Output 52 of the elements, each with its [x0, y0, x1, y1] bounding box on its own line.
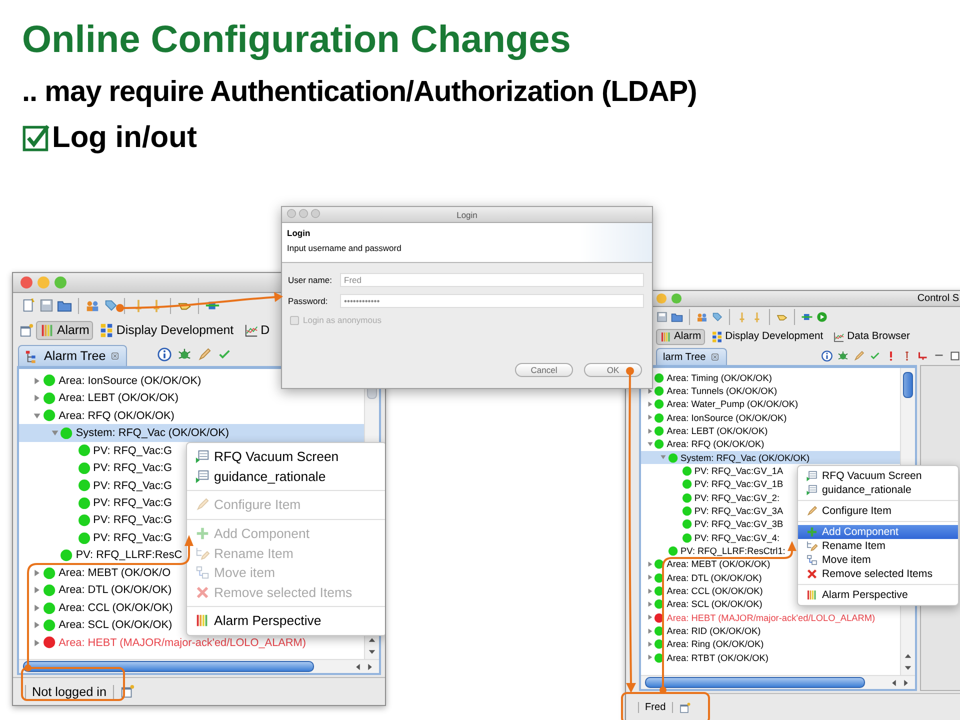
- tree-label: Area: RFQ (OK/OK/OK): [666, 439, 764, 450]
- tree-label: Area: SCL (OK/OK/OK): [58, 619, 172, 632]
- tree-label: Area: Timing (OK/OK/OK): [666, 372, 772, 383]
- header-message: Input username and password: [287, 243, 402, 253]
- tree-label: PV: RFQ_LLRF:ResCtrl1:: [680, 546, 786, 556]
- tree-label: PV: RFQ_Vac:G: [93, 480, 172, 492]
- tree-label: Area: IonSource (OK/OK/OK): [58, 374, 202, 387]
- tree-label: PV: RFQ_Vac:GV_2:: [694, 492, 780, 503]
- tree-label: Area: Tunnels (OK/OK/OK): [666, 386, 778, 396]
- tree-label: Area: MEBT (OK/OK/O: [58, 566, 171, 579]
- tab-label: larm Tree: [663, 352, 706, 362]
- tab-label: Alarm Tree: [44, 349, 106, 363]
- tree-label: Area: DTL (OK/OK/OK): [58, 584, 172, 596]
- checkbox-label: Login as anonymous: [303, 315, 382, 325]
- tree-label: PV: RFQ_Vac:G: [93, 462, 172, 474]
- tree-label: Area: MEBT (OK/OK/OK): [666, 559, 770, 570]
- tree-label: PV: RFQ_Vac:GV_3B: [694, 519, 784, 530]
- tree-label: PV: RFQ_LLRF:ResC: [76, 549, 182, 562]
- tree-label: PV: RFQ_Vac:GV_1A: [694, 466, 784, 476]
- tree-label: Area: IonSource (OK/OK/OK): [666, 412, 787, 423]
- tree-label: PV: RFQ_Vac:GV_3A: [694, 506, 784, 516]
- field-label: User name:: [288, 275, 333, 285]
- tree-label: Area: Ring (OK/OK/OK): [666, 639, 764, 650]
- tree-label: PV: RFQ_Vac:GV_1B: [694, 479, 784, 490]
- tree-label: Area: RTBT (OK/OK/OK): [666, 652, 768, 663]
- tree-label: PV: RFQ_Vac:G: [93, 497, 172, 510]
- slide-title: Online Configuration Changes: [21, 18, 572, 62]
- tree-label: Area: CCL (OK/OK/OK): [666, 586, 763, 596]
- tree-label: Area: Water_Pump (OK/OK/OK): [666, 399, 798, 410]
- tree-label: Area: LEBT (OK/OK/OK): [58, 392, 178, 404]
- tree-label: Area: HEBT (MAJOR/major-ack'ed/LOLO_ALARM): [666, 612, 876, 623]
- tree-label: Area: RID (OK/OK/OK): [666, 626, 761, 636]
- tree-label: PV: RFQ_Vac:G: [93, 514, 172, 526]
- login-status: Not logged in: [25, 684, 114, 698]
- dialog-title: Login: [456, 210, 478, 220]
- tree-label: PV: RFQ_Vac:GV_4:: [694, 532, 780, 543]
- login-status: Fred: [638, 702, 673, 713]
- slide-subtitle: .. may require Authentication/Authorization (LDAP): [21, 75, 698, 110]
- tree-label: Area: DTL (OK/OK/OK): [666, 572, 762, 583]
- field-label: Password:: [288, 296, 329, 306]
- tree-label: Area: LEBT (OK/OK/OK): [666, 426, 768, 436]
- tree-label: System: RFQ_Vac (OK/OK/OK): [76, 427, 230, 440]
- tree-label: PV: RFQ_Vac:G: [93, 444, 172, 457]
- tree-label: Area: HEBT (MAJOR/major-ack'ed/LOLO_ALARM): [58, 636, 306, 649]
- tree-label: Area: CCL (OK/OK/OK): [58, 602, 173, 614]
- bullet-text: Log in/out: [52, 120, 197, 156]
- tree-label: PV: RFQ_Vac:G: [93, 532, 172, 544]
- tree-label: Area: SCL (OK/OK/OK): [666, 599, 762, 610]
- tree-label: System: RFQ_Vac (OK/OK/OK): [680, 452, 810, 463]
- header-title: Login: [287, 228, 312, 238]
- window-title: Control S: [917, 293, 959, 304]
- tree-label: Area: RFQ (OK/OK/OK): [58, 410, 174, 422]
